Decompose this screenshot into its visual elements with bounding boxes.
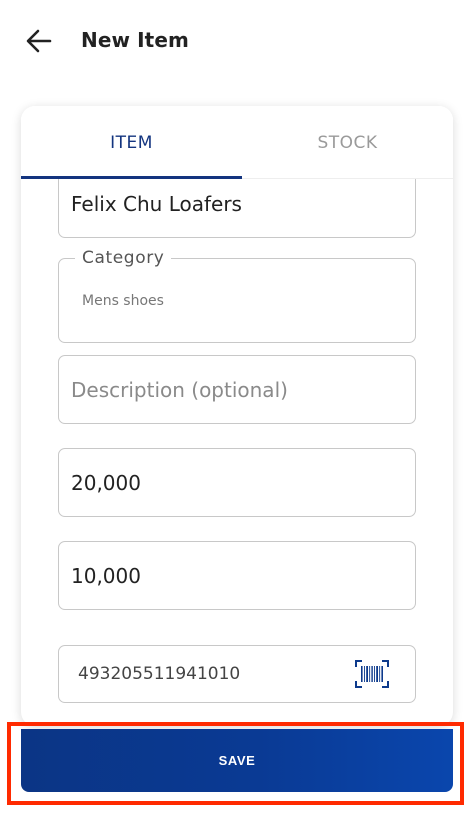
save-button[interactable]: SAVE (21, 729, 453, 792)
page-title: New Item (81, 28, 189, 52)
barcode-value: 493205511941010 (78, 664, 241, 684)
cost-field[interactable]: 10,000 (58, 541, 416, 610)
tab-bar: ITEM STOCK (21, 106, 453, 179)
barcode-field[interactable]: 493205511941010 (58, 645, 416, 703)
item-form-card: ITEM STOCK Felix Chu Loafers Category Me… (21, 106, 453, 726)
description-placeholder: Description (optional) (71, 378, 288, 402)
tab-stock[interactable]: STOCK (242, 106, 453, 179)
item-name-field[interactable]: Felix Chu Loafers (58, 178, 416, 238)
tab-stock-label: STOCK (317, 132, 378, 153)
back-button[interactable] (22, 24, 56, 58)
save-button-label: SAVE (218, 753, 256, 768)
barcode-scan-button[interactable] (355, 660, 389, 688)
category-field[interactable]: Category Mens shoes (58, 248, 416, 343)
active-tab-indicator (21, 176, 242, 179)
item-name-value: Felix Chu Loafers (71, 192, 242, 216)
description-field[interactable]: Description (optional) (58, 355, 416, 424)
cost-value: 10,000 (71, 564, 141, 588)
price-value: 20,000 (71, 471, 141, 495)
price-field[interactable]: 20,000 (58, 448, 416, 517)
category-label: Category (75, 248, 172, 268)
tab-item-label: ITEM (110, 132, 153, 153)
category-value: Mens shoes (82, 293, 164, 309)
barcode-icon (355, 660, 389, 688)
top-bar: New Item (0, 0, 471, 82)
tab-item[interactable]: ITEM (21, 106, 242, 179)
arrow-left-icon (26, 29, 52, 53)
